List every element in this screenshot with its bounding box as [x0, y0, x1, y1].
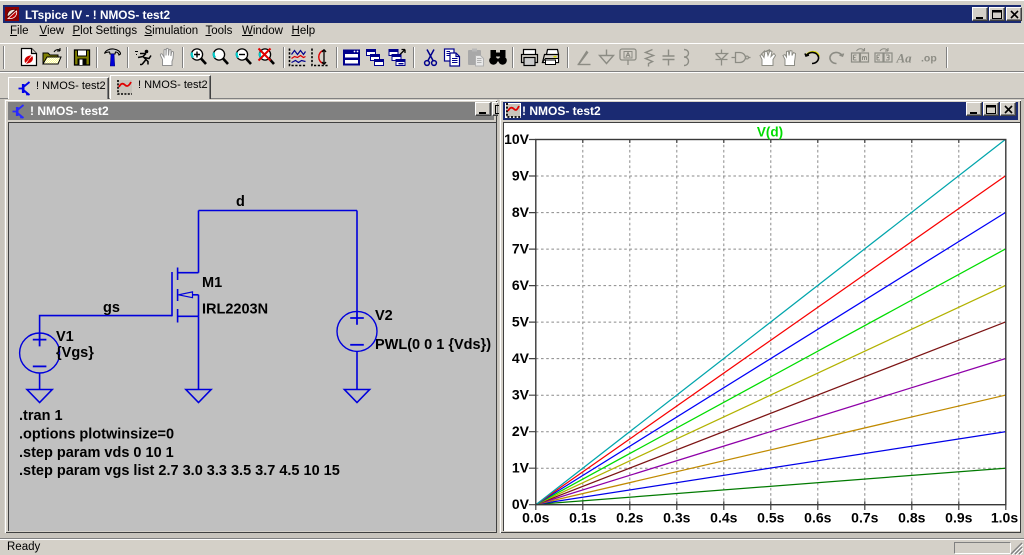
svg-text:0.9s: 0.9s	[945, 510, 972, 526]
svg-text:0.1s: 0.1s	[569, 510, 596, 526]
svg-text:gs: gs	[103, 300, 120, 316]
svg-text:6V: 6V	[512, 277, 530, 293]
svg-text:0.4s: 0.4s	[710, 510, 737, 526]
svg-text:1.0s: 1.0s	[991, 510, 1018, 526]
svg-text:V1: V1	[56, 329, 74, 345]
svg-text:7V: 7V	[512, 240, 530, 256]
svg-text:.step param vds 0 10 1: .step param vds 0 10 1	[19, 445, 174, 461]
svg-text:V2: V2	[375, 308, 393, 324]
svg-text:{Vgs}: {Vgs}	[56, 345, 94, 361]
svg-text:Aa: Aa	[896, 51, 913, 66]
svg-text:d: d	[236, 194, 245, 210]
svg-text:IRL2203N: IRL2203N	[202, 302, 268, 318]
svg-text:0.6s: 0.6s	[804, 510, 831, 526]
svg-text:0.8s: 0.8s	[898, 510, 925, 526]
svg-text:0.7s: 0.7s	[851, 510, 878, 526]
svg-text:0.5s: 0.5s	[757, 510, 784, 526]
svg-text:0.3s: 0.3s	[663, 510, 690, 526]
svg-text:V(d): V(d)	[757, 125, 783, 140]
svg-text:8V: 8V	[512, 204, 530, 220]
svg-text:.options plotwinsize=0: .options plotwinsize=0	[19, 427, 174, 443]
svg-text:1V: 1V	[512, 460, 530, 476]
svg-text:3V: 3V	[512, 387, 530, 403]
svg-text:0.0s: 0.0s	[522, 510, 549, 526]
svg-text:.op: .op	[921, 53, 937, 65]
svg-text:.step param vgs list 2.7 3.0 3: .step param vgs list 2.7 3.0 3.3 3.5 3.7…	[19, 463, 340, 479]
svg-text:5V: 5V	[512, 313, 530, 329]
svg-text:9V: 9V	[512, 167, 530, 183]
svg-text:0.2s: 0.2s	[616, 510, 643, 526]
svg-text:M1: M1	[202, 275, 222, 291]
svg-text:4V: 4V	[512, 350, 530, 366]
svg-text:PWL(0 0 1 {Vds}): PWL(0 0 1 {Vds})	[375, 337, 491, 353]
svg-text:10V: 10V	[504, 131, 530, 147]
svg-text:2V: 2V	[512, 423, 530, 439]
svg-text:.tran 1: .tran 1	[19, 408, 63, 424]
